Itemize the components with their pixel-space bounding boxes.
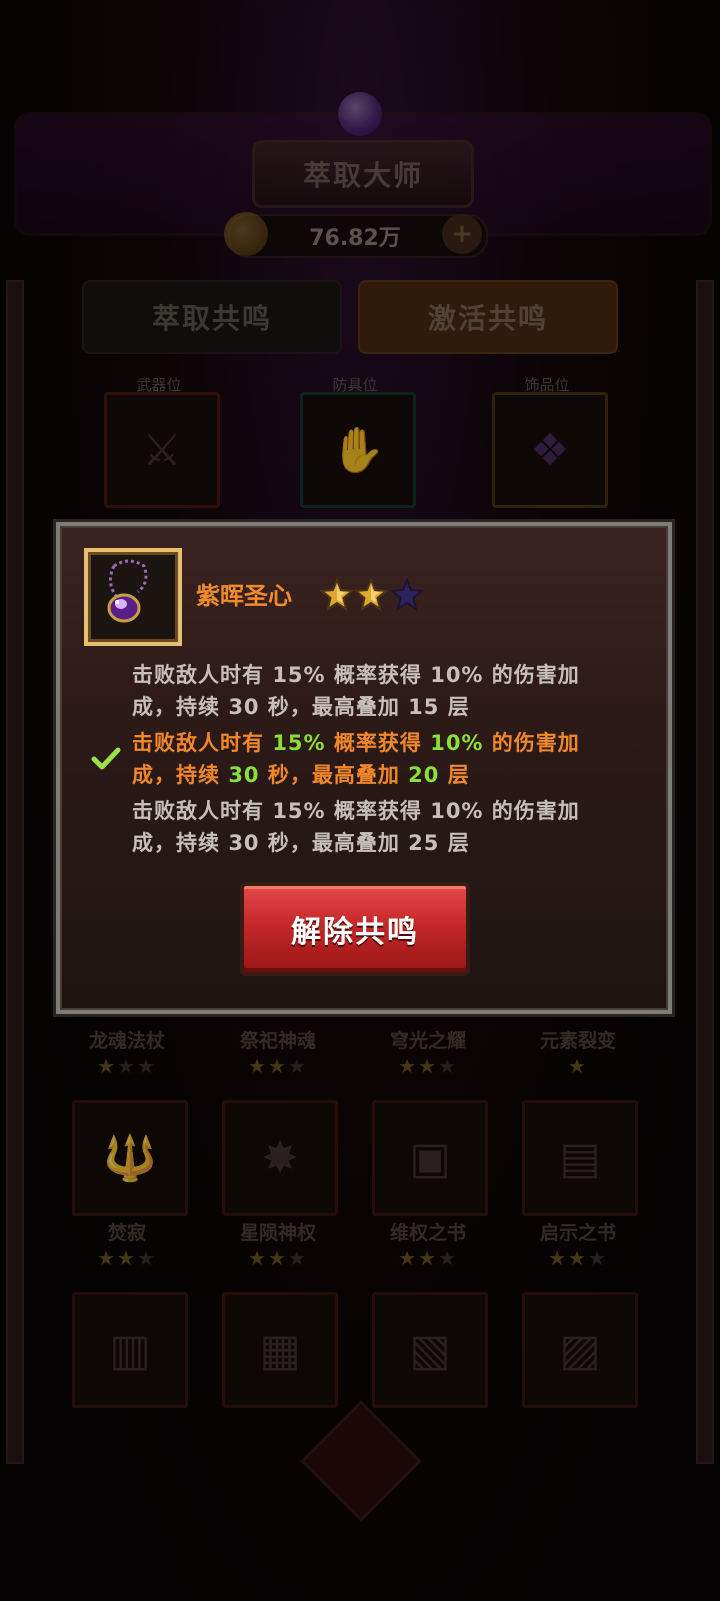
effect-tier-2-line-2: 成，持续 30 秒，最高叠加 20 层 xyxy=(132,763,470,787)
release-resonance-button[interactable]: 解除共鸣 xyxy=(240,882,470,976)
star-filled-icon xyxy=(354,578,388,612)
effect-tier-2-line-1: 击败敌人时有 15% 概率获得 10% 的伤害加 xyxy=(132,731,580,755)
item-portrait xyxy=(84,548,182,646)
check-icon xyxy=(91,747,121,770)
effect-tier-1-line-1: 击败敌人时有 15% 概率获得 10% 的伤害加 xyxy=(132,663,580,687)
item-name: 紫晖圣心 xyxy=(196,582,292,610)
effect-tier-3-line-1: 击败敌人时有 15% 概率获得 10% 的伤害加 xyxy=(132,799,580,823)
effect-tier-1-line-2: 成，持续 30 秒，最高叠加 15 层 xyxy=(132,695,470,719)
star-empty-icon xyxy=(390,578,424,612)
star-filled-icon xyxy=(320,578,354,612)
effect-tier-3-line-2: 成，持续 30 秒，最高叠加 25 层 xyxy=(132,831,470,855)
amulet-icon xyxy=(107,559,148,623)
